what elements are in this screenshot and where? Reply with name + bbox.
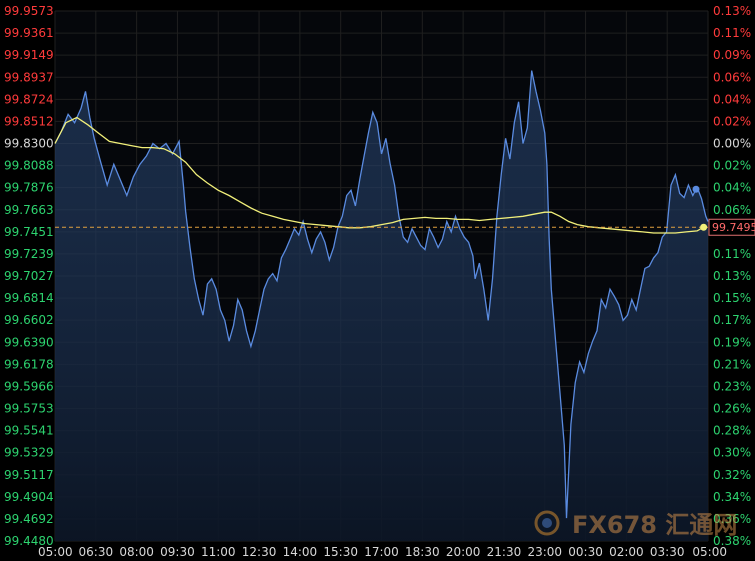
right-tick-label: 0.32% (713, 468, 751, 482)
left-tick-label: 99.5753 (4, 402, 54, 416)
right-tick-label: 0.06% (713, 70, 751, 84)
price-end-marker (692, 185, 700, 193)
left-tick-label: 99.8724 (4, 92, 54, 106)
left-tick-label: 99.4692 (4, 512, 54, 526)
right-tick-label: 0.30% (713, 446, 751, 460)
chart-container: 99.7495 99.9573 99.9361 99.9149 99.8937 99.87… (0, 0, 755, 561)
left-tick-label: 99.9573 (4, 4, 54, 18)
x-tick-label: 21:30 (487, 545, 522, 559)
left-tick-label: 99.6390 (4, 335, 54, 349)
x-tick-label: 18:30 (405, 545, 440, 559)
right-tick-label: 0.02% (713, 114, 751, 128)
x-tick-label: 15:30 (323, 545, 358, 559)
right-tick-label: 0.21% (713, 357, 751, 371)
svg-text:FX678 汇通网: FX678 汇通网 (572, 511, 737, 539)
left-tick-label: 99.9149 (4, 48, 54, 62)
x-tick-label: 12:30 (242, 545, 277, 559)
right-tick-label: 0.19% (713, 335, 751, 349)
left-tick-label: 99.7876 (4, 181, 54, 195)
x-tick-label: 08:00 (119, 545, 154, 559)
right-tick-label: 0.13% (713, 4, 751, 18)
left-tick-label: 99.9361 (4, 26, 54, 40)
right-tick-label: 0.26% (713, 402, 751, 416)
x-tick-label: 03:30 (650, 545, 685, 559)
x-tick-label: 05:00 (38, 545, 73, 559)
x-tick-label: 06:30 (79, 545, 114, 559)
last-price-label: 99.7495 (712, 221, 755, 234)
left-tick-label: 99.6602 (4, 313, 54, 327)
left-tick-label: 99.8937 (4, 70, 54, 84)
left-tick-label: 99.5329 (4, 446, 54, 460)
x-tick-label: 20:00 (446, 545, 481, 559)
right-tick-label: 0.13% (713, 269, 751, 283)
left-tick-label: 99.5966 (4, 379, 54, 393)
right-tick-label: 0.06% (713, 203, 751, 217)
right-tick-label: 0.28% (713, 424, 751, 438)
price-chart: 99.7495 99.9573 99.9361 99.9149 99.8937 99.87… (4, 4, 755, 559)
right-tick-label: 0.04% (713, 181, 751, 195)
right-tick-label: 0.17% (713, 313, 751, 327)
left-tick-label: 99.7451 (4, 225, 54, 239)
x-tick-label: 23:00 (527, 545, 562, 559)
left-tick-label: 99.8300 (4, 137, 54, 151)
x-tick-label: 17:00 (364, 545, 399, 559)
right-tick-label: 0.00% (713, 137, 751, 151)
left-tick-label: 99.6814 (4, 291, 54, 305)
right-tick-label: 0.34% (713, 490, 751, 504)
right-tick-label: 0.09% (713, 48, 751, 62)
left-tick-label: 99.5541 (4, 424, 54, 438)
average-end-marker (700, 223, 708, 231)
left-tick-label: 99.7663 (4, 203, 54, 217)
x-tick-label: 14:00 (283, 545, 318, 559)
x-tick-label: 05:00 (692, 545, 727, 559)
right-tick-label: 0.02% (713, 159, 751, 173)
x-tick-label: 09:30 (160, 545, 195, 559)
left-tick-label: 99.7239 (4, 247, 54, 261)
x-tick-label: 00:30 (568, 545, 603, 559)
right-tick-label: 0.04% (713, 92, 751, 106)
x-tick-label: 02:00 (609, 545, 644, 559)
x-tick-label: 11:00 (201, 545, 236, 559)
right-tick-label: 0.15% (713, 291, 751, 305)
left-tick-label: 99.8512 (4, 114, 54, 128)
left-tick-label: 99.7027 (4, 269, 54, 283)
right-tick-label: 0.23% (713, 379, 751, 393)
left-tick-label: 99.8088 (4, 159, 54, 173)
right-tick-label: 0.11% (713, 26, 751, 40)
right-tick-label: 0.11% (713, 247, 751, 261)
left-tick-label: 99.6178 (4, 357, 54, 371)
left-tick-label: 99.4904 (4, 490, 54, 504)
left-tick-label: 99.5117 (4, 468, 54, 482)
